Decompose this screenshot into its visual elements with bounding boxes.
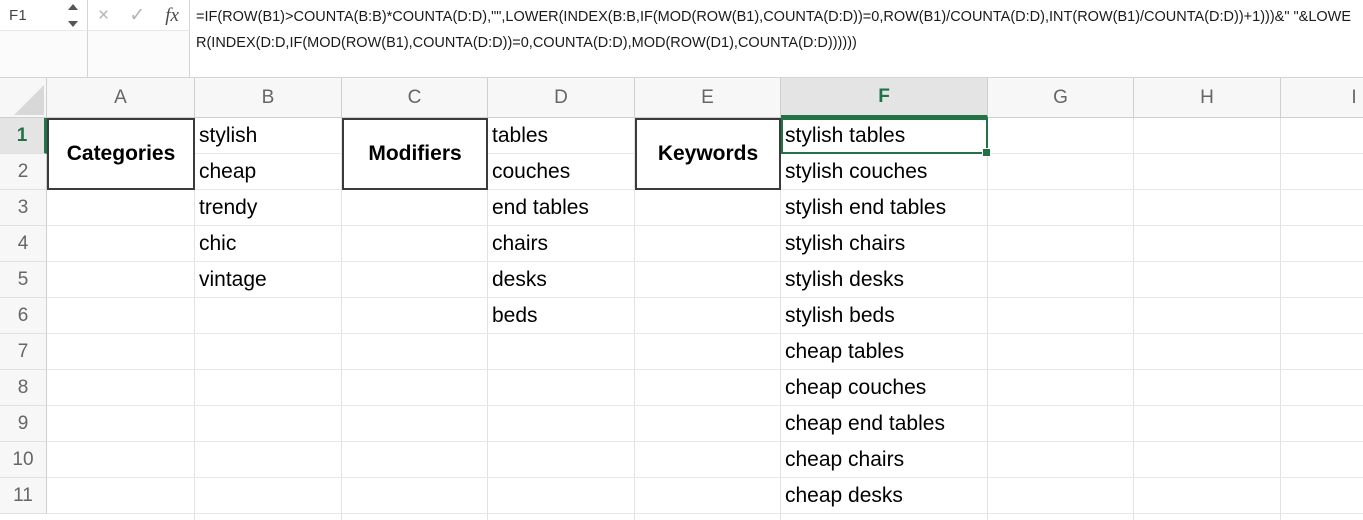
row-header-4[interactable]: 4 <box>0 226 47 262</box>
cell-F2[interactable]: stylish couches <box>781 154 988 190</box>
cell-B4[interactable]: chic <box>195 226 342 262</box>
cell-F9[interactable]: cheap end tables <box>781 406 988 442</box>
name-box-value: F1 <box>9 6 27 24</box>
row-headers: 1 2 3 4 5 6 7 8 9 10 11 <box>0 118 47 520</box>
cancel-icon[interactable]: × <box>98 6 109 25</box>
row-header-5[interactable]: 5 <box>0 262 47 298</box>
select-all-button[interactable] <box>0 78 47 118</box>
cell-F7[interactable]: cheap tables <box>781 334 988 370</box>
formula-bar-buttons-filler <box>88 31 190 77</box>
cell-F11[interactable]: cheap desks <box>781 478 988 514</box>
column-header-h[interactable]: H <box>1134 78 1281 118</box>
column-header-i[interactable]: I <box>1281 78 1363 118</box>
cell-B3[interactable]: trendy <box>195 190 342 226</box>
row-header-1[interactable]: 1 <box>0 118 47 154</box>
row-header-3[interactable]: 3 <box>0 190 47 226</box>
select-all-triangle-icon <box>14 85 44 115</box>
row-header-7[interactable]: 7 <box>0 334 47 370</box>
gridline-horizontal <box>47 333 1363 334</box>
row-header-8[interactable]: 8 <box>0 370 47 406</box>
column-header-e[interactable]: E <box>635 78 781 118</box>
row-header-10[interactable]: 10 <box>0 442 47 478</box>
name-box-filler <box>0 31 88 77</box>
cell-B1[interactable]: stylish <box>195 118 342 154</box>
cell-D2[interactable]: couches <box>488 154 635 190</box>
triangle-up-icon[interactable] <box>67 4 78 10</box>
cell-D3[interactable]: end tables <box>488 190 635 226</box>
cell-F1[interactable]: stylish tables <box>781 118 988 154</box>
cell-D1[interactable]: tables <box>488 118 635 154</box>
gridline-horizontal <box>47 369 1363 370</box>
column-header-b[interactable]: B <box>195 78 342 118</box>
row-header-2[interactable]: 2 <box>0 154 47 190</box>
spreadsheet-grid: ABCDEFGHI 1 2 3 4 5 6 7 8 9 10 11 stylish cheap tren… <box>0 78 1363 520</box>
formula-input[interactable]: =IF(ROW(B1)>COUNTA(B:B)*COUNTA(D:D),"",L… <box>190 0 1363 77</box>
cell-F3[interactable]: stylish end tables <box>781 190 988 226</box>
column-header-f[interactable]: F <box>781 78 988 118</box>
cell-D6[interactable]: beds <box>488 298 635 334</box>
insert-function-icon[interactable]: fx <box>165 6 179 25</box>
cell-D4[interactable]: chairs <box>488 226 635 262</box>
gridline-horizontal <box>47 405 1363 406</box>
merged-label-categories[interactable]: Categories <box>47 118 195 190</box>
cell-F8[interactable]: cheap couches <box>781 370 988 406</box>
triangle-down-icon[interactable] <box>67 21 78 27</box>
cell-B2[interactable]: cheap <box>195 154 342 190</box>
cell-area[interactable]: stylish cheap trendy chic vintage tables couch… <box>47 118 1363 520</box>
formula-bar-buttons: × ✓ fx <box>88 0 190 31</box>
gridline-vertical <box>1133 118 1134 520</box>
name-box-spinner[interactable] <box>67 4 78 27</box>
cell-F10[interactable]: cheap chairs <box>781 442 988 478</box>
enter-icon[interactable]: ✓ <box>129 6 145 25</box>
name-box[interactable]: F1 <box>0 0 88 31</box>
column-headers: ABCDEFGHI <box>47 78 1363 118</box>
cell-F4[interactable]: stylish chairs <box>781 226 988 262</box>
gridline-horizontal <box>47 477 1363 478</box>
row-header-9[interactable]: 9 <box>0 406 47 442</box>
row-header-11[interactable]: 11 <box>0 478 47 514</box>
column-header-d[interactable]: D <box>488 78 635 118</box>
cell-F5[interactable]: stylish desks <box>781 262 988 298</box>
merged-label-modifiers[interactable]: Modifiers <box>342 118 488 190</box>
cell-D5[interactable]: desks <box>488 262 635 298</box>
formula-bar: F1 × ✓ fx =IF(ROW(B1)>COUNTA(B:B)*COUNTA… <box>0 0 1363 78</box>
gridline-vertical <box>1280 118 1281 520</box>
column-header-g[interactable]: G <box>988 78 1134 118</box>
cell-F6[interactable]: stylish beds <box>781 298 988 334</box>
row-header-6[interactable]: 6 <box>0 298 47 334</box>
gridline-horizontal <box>47 513 1363 514</box>
cell-B5[interactable]: vintage <box>195 262 342 298</box>
fill-handle[interactable] <box>982 148 991 157</box>
gridline-horizontal <box>47 441 1363 442</box>
merged-label-keywords[interactable]: Keywords <box>635 118 781 190</box>
column-header-c[interactable]: C <box>342 78 488 118</box>
column-header-a[interactable]: A <box>47 78 195 118</box>
